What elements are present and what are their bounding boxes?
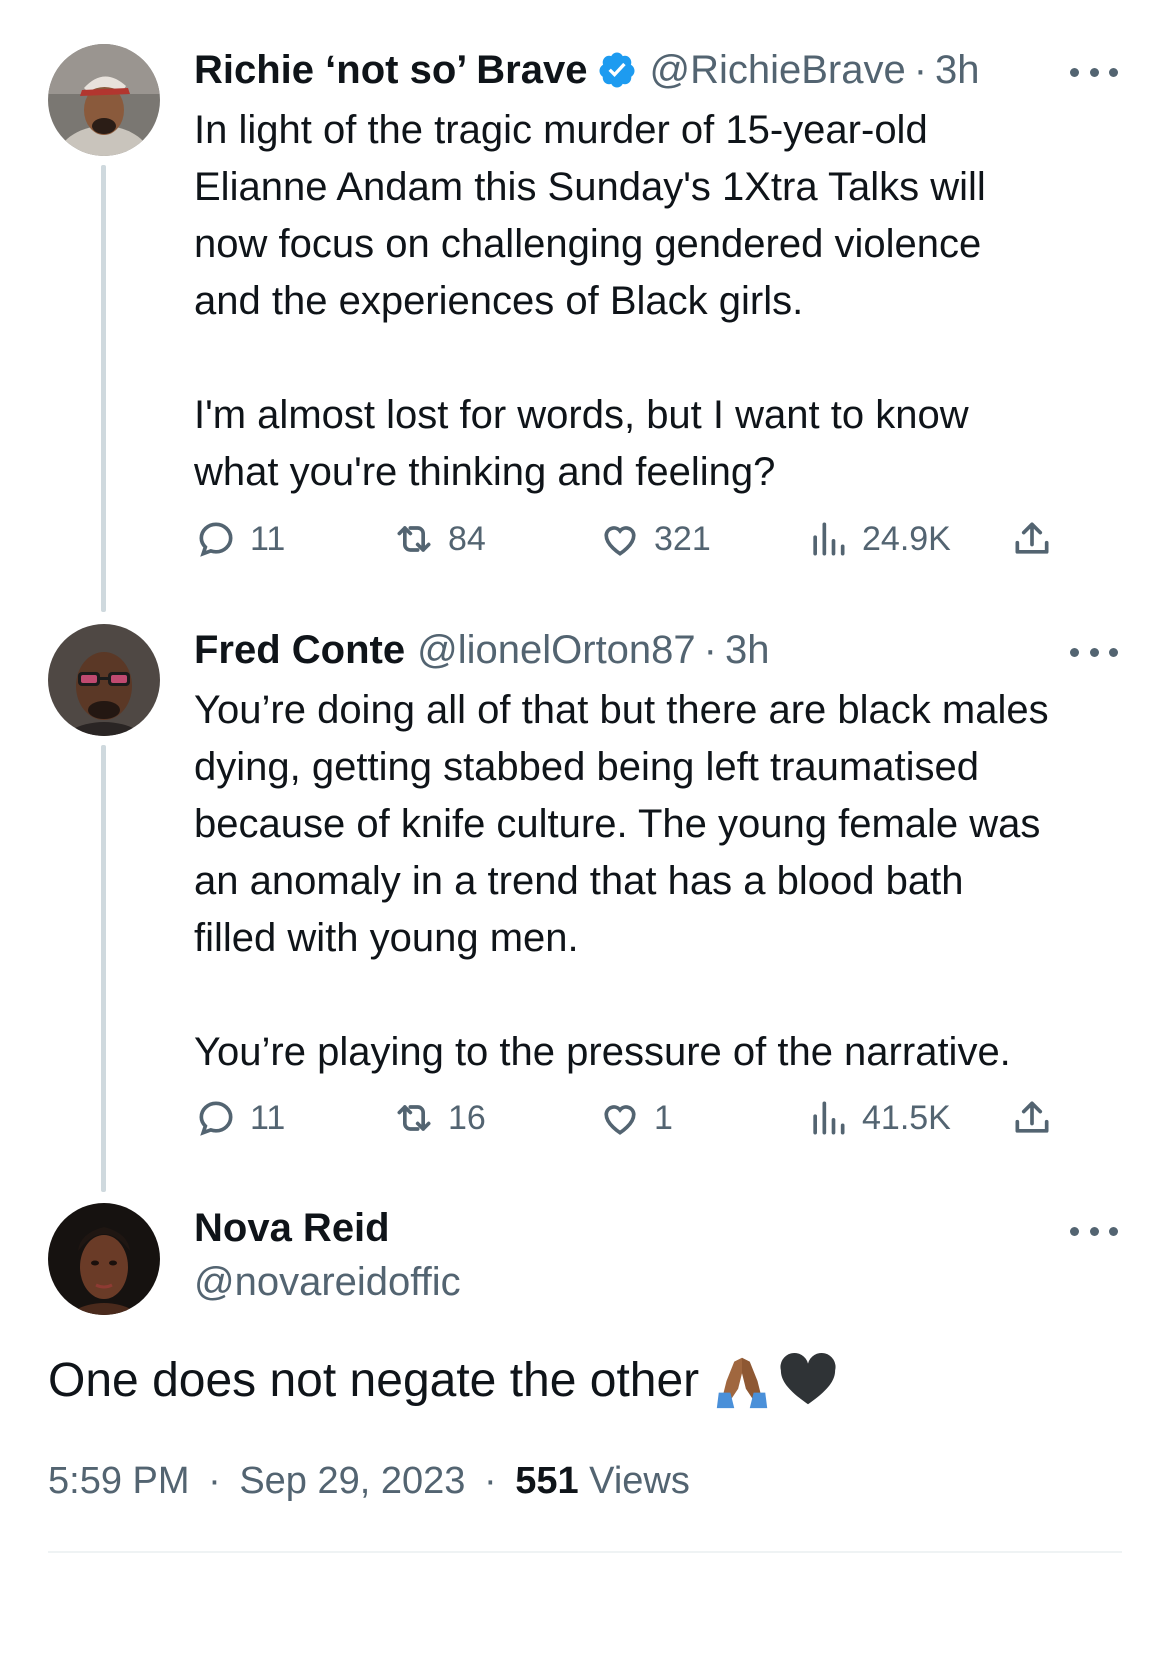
views-button[interactable]: 24.9K bbox=[806, 514, 951, 564]
conversation-thread: Richie ‘not so’ Brave @RichieBrave · 3h … bbox=[0, 0, 1170, 1665]
more-options-icon[interactable] bbox=[1070, 642, 1118, 662]
thread-connector bbox=[101, 165, 106, 612]
reply-button[interactable]: 11 bbox=[194, 1093, 285, 1143]
tweet-text: You’re doing all of that but there are b… bbox=[194, 688, 1049, 1074]
tweet-header: Fred Conte @lionelOrton87 · 3h bbox=[194, 622, 770, 678]
repost-icon bbox=[397, 526, 431, 552]
author-name[interactable]: Fred Conte bbox=[194, 622, 405, 678]
more-options-icon[interactable] bbox=[1070, 62, 1118, 82]
black-heart-icon bbox=[780, 1352, 836, 1405]
verified-badge-icon bbox=[599, 52, 635, 88]
avatar-nova[interactable] bbox=[48, 1203, 160, 1315]
views-label: Views bbox=[589, 1460, 690, 1502]
separator-dot: · bbox=[483, 1460, 497, 1502]
like-button[interactable]: 1 bbox=[598, 1093, 673, 1143]
like-count: 1 bbox=[654, 1098, 673, 1137]
heart-icon bbox=[604, 526, 636, 556]
like-count: 321 bbox=[654, 519, 711, 558]
repost-count: 84 bbox=[448, 519, 486, 558]
share-button[interactable] bbox=[1010, 514, 1066, 564]
share-icon bbox=[1015, 522, 1049, 554]
post-time[interactable]: 5:59 PM bbox=[48, 1460, 190, 1502]
author-handle[interactable]: @lionelOrton87 bbox=[417, 622, 696, 678]
tweet-actions: 11 16 1 41.5K bbox=[194, 1093, 1114, 1143]
views-button[interactable]: 41.5K bbox=[806, 1093, 951, 1143]
views-count: 551 bbox=[515, 1460, 579, 1502]
avatar-richie[interactable] bbox=[48, 44, 160, 156]
main-tweet-text: One does not negate the other bbox=[48, 1354, 700, 1407]
views-count: 41.5K bbox=[862, 1098, 951, 1137]
tweet-header: Richie ‘not so’ Brave @RichieBrave · 3h bbox=[194, 42, 980, 98]
separator-dot: · bbox=[208, 1460, 221, 1502]
folded-hands-icon bbox=[716, 1357, 768, 1409]
like-button[interactable]: 321 bbox=[598, 514, 711, 564]
reply-icon bbox=[199, 1101, 233, 1136]
author-name[interactable]: Richie ‘not so’ Brave bbox=[194, 42, 587, 98]
repost-button[interactable]: 84 bbox=[392, 514, 486, 564]
reply-count: 11 bbox=[250, 519, 286, 558]
post-date[interactable]: Sep 29, 2023 bbox=[239, 1460, 465, 1502]
views-icon bbox=[813, 522, 845, 556]
main-tweet-text-row: One does not negate the other bbox=[48, 1346, 839, 1416]
views-count: 24.9K bbox=[862, 519, 951, 558]
tweet-timestamp-row: 5:59 PM · Sep 29, 2023 · 551 Views bbox=[48, 1453, 690, 1509]
tweet-time[interactable]: 3h bbox=[725, 622, 770, 678]
views-icon bbox=[813, 1101, 845, 1135]
heart-icon bbox=[604, 1105, 636, 1135]
share-button[interactable] bbox=[1010, 1093, 1066, 1143]
author-name[interactable]: Nova Reid bbox=[194, 1200, 390, 1256]
repost-count: 16 bbox=[448, 1098, 486, 1137]
tweet-time[interactable]: 3h bbox=[935, 42, 980, 98]
more-options-icon[interactable] bbox=[1070, 1221, 1118, 1241]
author-handle[interactable]: @novareidoffic bbox=[194, 1254, 461, 1310]
separator-dot: · bbox=[913, 48, 928, 92]
avatar-fred[interactable] bbox=[48, 624, 160, 736]
reply-count: 11 bbox=[250, 1098, 286, 1137]
reply-button[interactable]: 11 bbox=[194, 514, 285, 564]
tweet-actions: 11 84 321 24.9K bbox=[194, 514, 1114, 564]
author-handle[interactable]: @RichieBrave bbox=[649, 42, 905, 98]
divider bbox=[48, 1551, 1122, 1553]
repost-icon bbox=[397, 1105, 431, 1131]
repost-button[interactable]: 16 bbox=[392, 1093, 486, 1143]
separator-dot: · bbox=[703, 628, 717, 672]
tweet-text: In light of the tragic murder of 15-year… bbox=[194, 108, 986, 494]
share-icon bbox=[1015, 1101, 1049, 1133]
thread-connector bbox=[101, 745, 106, 1192]
reply-icon bbox=[199, 522, 233, 557]
